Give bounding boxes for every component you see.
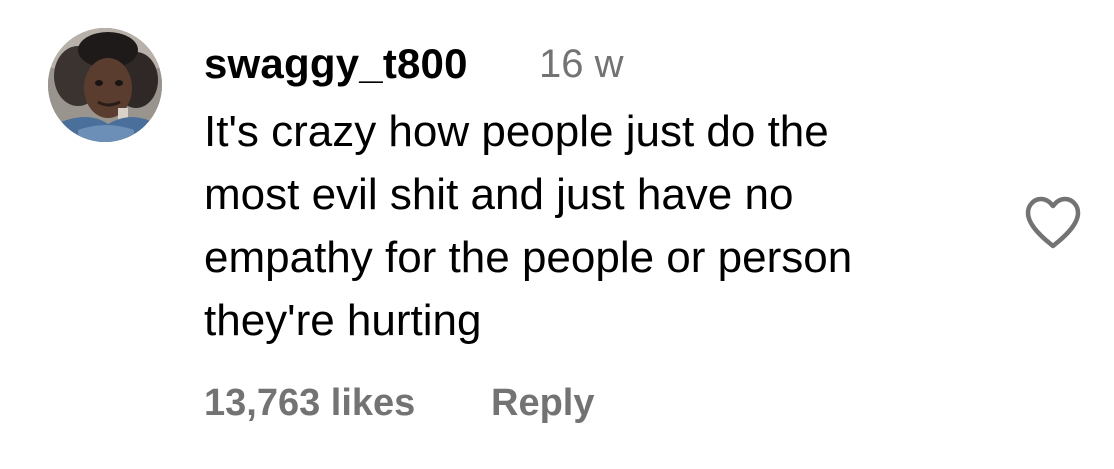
like-button[interactable] bbox=[1024, 196, 1082, 250]
comment-text-line: most evil shit and just have no bbox=[204, 170, 794, 219]
reply-button[interactable]: Reply bbox=[491, 378, 594, 428]
username[interactable]: swaggy_t800 bbox=[204, 38, 468, 90]
comment-text-line: It's crazy how people just do the bbox=[204, 107, 829, 156]
comment-text: It's crazy how people just do the most e… bbox=[204, 100, 1004, 352]
heart-outline-icon bbox=[1025, 196, 1081, 249]
comment-item: swaggy_t800 16 w It's crazy how people j… bbox=[0, 0, 1114, 469]
avatar[interactable] bbox=[48, 28, 162, 142]
comment-text-line: empathy for the people or person bbox=[204, 233, 853, 282]
comment-text-line: they're hurting bbox=[204, 296, 482, 345]
likes-count[interactable]: 13,763 likes bbox=[204, 378, 415, 428]
timestamp: 16 w bbox=[539, 42, 624, 86]
profile-photo-icon bbox=[48, 28, 162, 142]
